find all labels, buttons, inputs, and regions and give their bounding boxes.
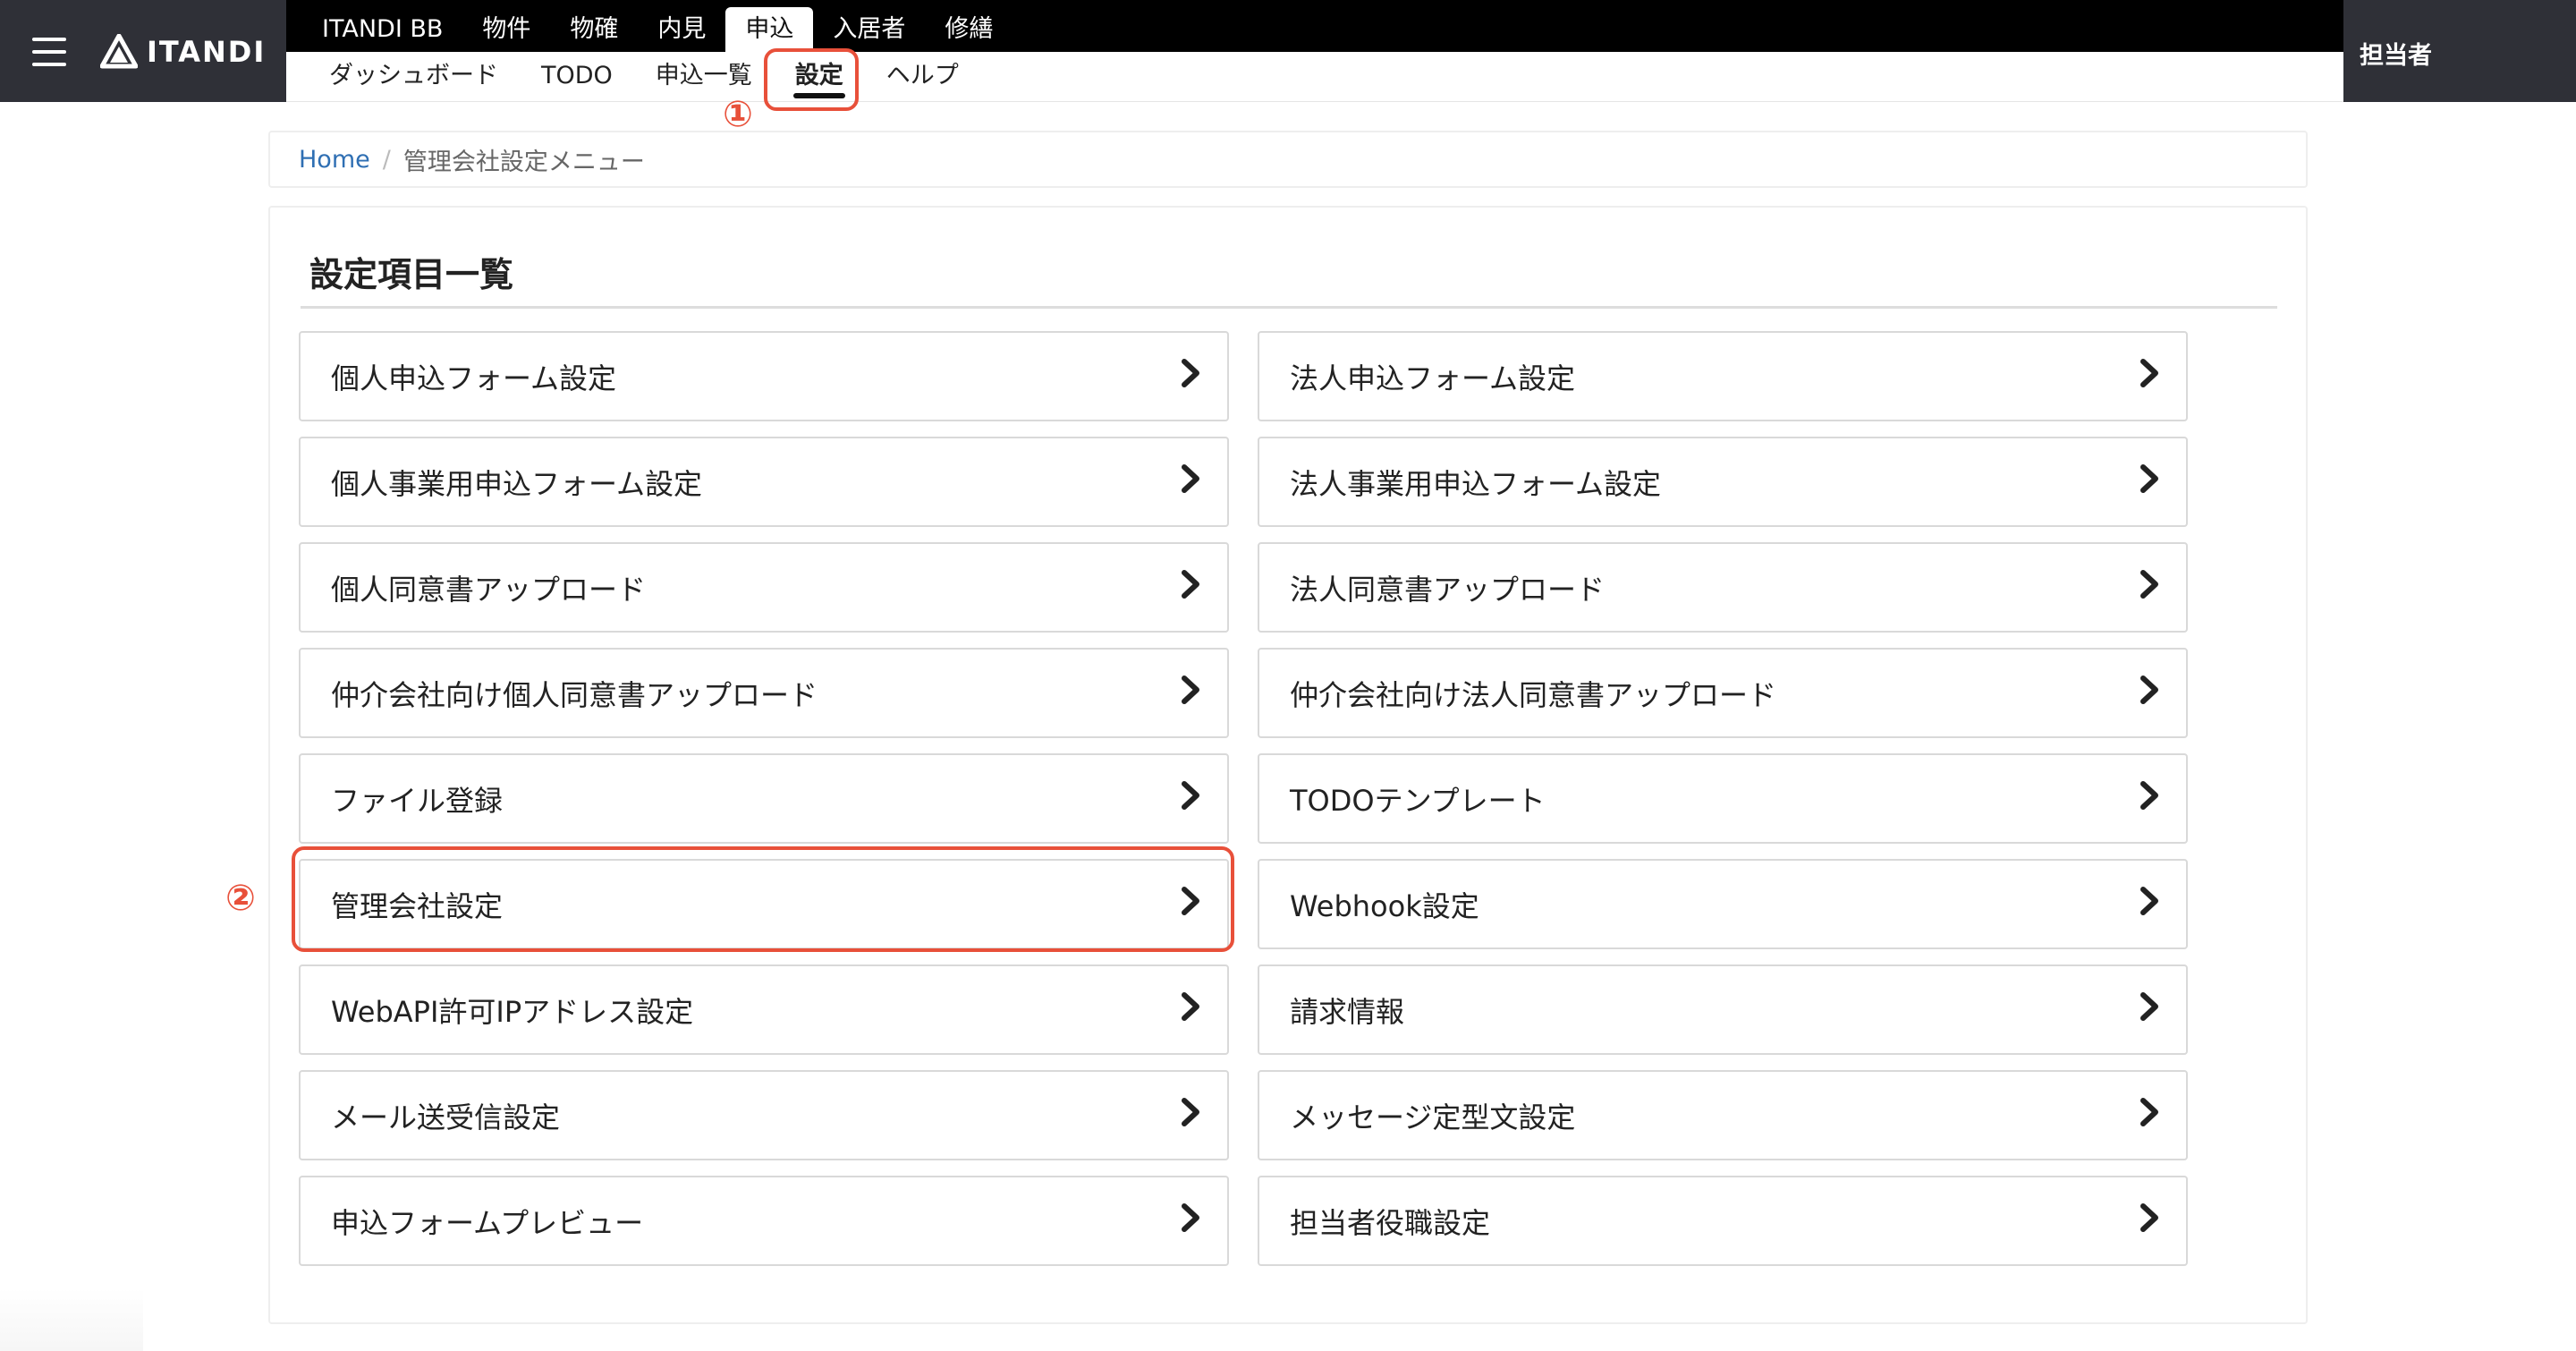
tile-label: 担当者役職設定 xyxy=(1290,1205,1491,1240)
chevron-right-icon xyxy=(2136,886,2163,916)
breadcrumb-separator: / xyxy=(382,145,391,174)
settings-tile-staff-positions[interactable]: 担当者役職設定 xyxy=(1258,1176,2188,1266)
logo-text: ITANDI xyxy=(147,35,267,69)
chevron-right-icon xyxy=(2136,1202,2163,1233)
chevron-right-icon xyxy=(2136,569,2163,599)
nav-properties[interactable]: 物件 xyxy=(462,7,550,52)
tile-label: 管理会社設定 xyxy=(331,888,504,923)
tile-label: 仲介会社向け法人同意書アップロード xyxy=(1290,677,1777,712)
tile-label: メール送受信設定 xyxy=(331,1100,561,1134)
tile-label: 法人申込フォーム設定 xyxy=(1290,361,1576,395)
subnav-help[interactable]: ヘルプ xyxy=(865,52,980,102)
chevron-right-icon xyxy=(2136,675,2163,705)
settings-tile-individual-business-form[interactable]: 個人事業用申込フォーム設定 xyxy=(299,437,1229,527)
itandi-logo-icon xyxy=(100,34,138,69)
chevron-right-icon xyxy=(1177,780,1204,811)
nav-property-check[interactable]: 物確 xyxy=(550,7,638,52)
tile-label: 請求情報 xyxy=(1290,994,1405,1029)
bottom-fade xyxy=(0,1288,143,1351)
chevron-right-icon xyxy=(1177,886,1204,916)
annotation-step-1: ① xyxy=(723,94,753,135)
tile-label: 個人同意書アップロード xyxy=(331,572,647,607)
settings-grid: 個人申込フォーム設定 法人申込フォーム設定 個人事業用申込フォーム設定 法人事業… xyxy=(299,331,2195,1266)
chevron-right-icon xyxy=(2136,991,2163,1022)
settings-tile-management-company[interactable]: 管理会社設定 xyxy=(299,859,1229,949)
subnav-settings[interactable]: 設定 xyxy=(774,52,865,102)
brand-area: ITANDI xyxy=(0,0,286,102)
tile-label: 個人申込フォーム設定 xyxy=(331,361,617,395)
chevron-right-icon xyxy=(1177,569,1204,599)
chevron-right-icon xyxy=(2136,358,2163,388)
chevron-right-icon xyxy=(2136,463,2163,494)
settings-tile-message-templates[interactable]: メッセージ定型文設定 xyxy=(1258,1070,2188,1160)
tile-label: 申込フォームプレビュー xyxy=(331,1205,644,1240)
itandi-logo[interactable]: ITANDI xyxy=(100,32,266,72)
tile-label: 個人事業用申込フォーム設定 xyxy=(331,466,703,501)
sub-nav: ダッシュボード TODO 申込一覧 設定 ヘルプ xyxy=(286,52,2343,102)
page-title: 設定項目一覧 xyxy=(309,255,514,294)
tile-label: Webhook設定 xyxy=(1290,888,1479,923)
chevron-right-icon xyxy=(1177,991,1204,1022)
tile-label: 法人事業用申込フォーム設定 xyxy=(1290,466,1662,501)
tile-label: ファイル登録 xyxy=(331,783,504,818)
nav-itandi-bb[interactable]: ITANDI BB xyxy=(302,7,462,52)
tile-label: 仲介会社向け個人同意書アップロード xyxy=(331,677,818,712)
breadcrumb: Home / 管理会社設定メニュー xyxy=(268,131,2308,188)
settings-tile-webapi-ip[interactable]: WebAPI許可IPアドレス設定 xyxy=(299,964,1229,1055)
settings-tile-broker-corporate-consent-upload[interactable]: 仲介会社向け法人同意書アップロード xyxy=(1258,648,2188,738)
subnav-dashboard[interactable]: ダッシュボード xyxy=(308,52,520,102)
tile-label: TODOテンプレート xyxy=(1290,783,1546,818)
top-bar: ITANDI ITANDI BB 物件 物確 内見 申込 入居者 修繕 ダッシュ… xyxy=(0,0,2576,102)
settings-tile-corporate-business-form[interactable]: 法人事業用申込フォーム設定 xyxy=(1258,437,2188,527)
settings-tile-mail[interactable]: メール送受信設定 xyxy=(299,1070,1229,1160)
settings-tile-webhook[interactable]: Webhook設定 xyxy=(1258,859,2188,949)
settings-tile-corporate-form[interactable]: 法人申込フォーム設定 xyxy=(1258,331,2188,421)
breadcrumb-home-link[interactable]: Home xyxy=(299,146,370,174)
settings-tile-todo-template[interactable]: TODOテンプレート xyxy=(1258,753,2188,844)
chevron-right-icon xyxy=(1177,1097,1204,1127)
tile-label: メッセージ定型文設定 xyxy=(1290,1100,1576,1134)
settings-panel: 設定項目一覧 個人申込フォーム設定 法人申込フォーム設定 個人事業用申込フォーム… xyxy=(268,206,2308,1324)
settings-tile-billing[interactable]: 請求情報 xyxy=(1258,964,2188,1055)
annotation-step-2: ② xyxy=(225,878,256,919)
chevron-right-icon xyxy=(1177,675,1204,705)
nav-repairs[interactable]: 修繕 xyxy=(925,7,1013,52)
breadcrumb-current: 管理会社設定メニュー xyxy=(402,148,645,176)
chevron-right-icon xyxy=(2136,780,2163,811)
main-nav: ITANDI BB 物件 物確 内見 申込 入居者 修繕 xyxy=(286,0,2343,52)
nav-application[interactable]: 申込 xyxy=(725,7,814,52)
nav-viewing[interactable]: 内見 xyxy=(638,7,725,52)
settings-tile-broker-individual-consent-upload[interactable]: 仲介会社向け個人同意書アップロード xyxy=(299,648,1229,738)
title-divider xyxy=(301,306,2277,309)
user-menu[interactable]: 担当者 xyxy=(2343,0,2576,102)
menu-icon[interactable] xyxy=(32,38,66,66)
chevron-right-icon xyxy=(1177,463,1204,494)
settings-tile-individual-form[interactable]: 個人申込フォーム設定 xyxy=(299,331,1229,421)
settings-tile-form-preview[interactable]: 申込フォームプレビュー xyxy=(299,1176,1229,1266)
settings-tile-corporate-consent-upload[interactable]: 法人同意書アップロード xyxy=(1258,542,2188,633)
chevron-right-icon xyxy=(1177,1202,1204,1233)
tile-label: 法人同意書アップロード xyxy=(1290,572,1606,607)
settings-tile-file-registration[interactable]: ファイル登録 xyxy=(299,753,1229,844)
chevron-right-icon xyxy=(1177,358,1204,388)
settings-tile-individual-consent-upload[interactable]: 個人同意書アップロード xyxy=(299,542,1229,633)
subnav-todo[interactable]: TODO xyxy=(520,52,634,102)
tile-label: WebAPI許可IPアドレス設定 xyxy=(331,994,694,1029)
nav-residents[interactable]: 入居者 xyxy=(813,7,925,52)
chevron-right-icon xyxy=(2136,1097,2163,1127)
